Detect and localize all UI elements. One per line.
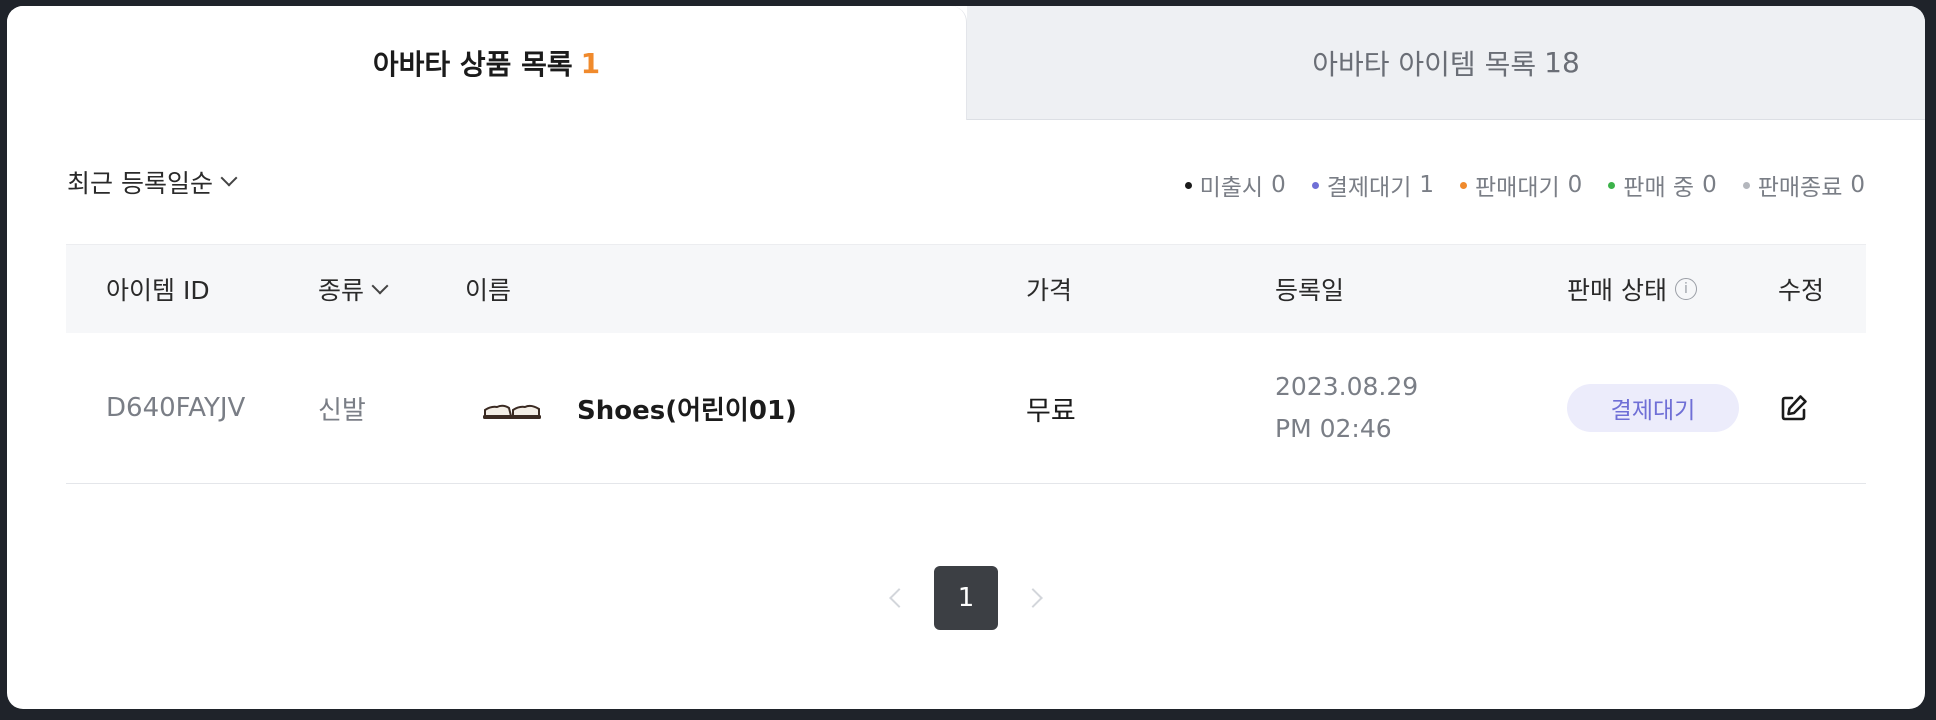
item-date-cell: 2023.08.29 PM 02:46 <box>1275 366 1418 450</box>
legend-label: 미출시 <box>1199 175 1264 201</box>
legend-item-payment-pending: 결제대기 1 <box>1311 168 1434 202</box>
header-date: 등록일 <box>1275 276 1345 305</box>
dot-icon <box>1184 181 1192 189</box>
table-row: D640FAYJV 신발 Shoes(어린이01) 무료 2023.08.29 … <box>66 333 1866 484</box>
pagination: 1 <box>7 566 1925 630</box>
item-id: D640FAYJV <box>106 393 246 423</box>
legend-item-sale-ended: 판매종료 0 <box>1742 168 1865 202</box>
product-table: 아이템 ID 종류 이름 가격 등록일 판매 상태 i 수정 D640FAYJV… <box>66 244 1866 484</box>
dot-icon <box>1311 181 1319 189</box>
item-status-cell: 결제대기 <box>1567 384 1739 432</box>
tab-bar: 아바타 상품 목록 1 아바타 아이템 목록 18 <box>7 6 1925 120</box>
tab-count: 18 <box>1544 46 1580 79</box>
item-date: 2023.08.29 <box>1275 372 1419 401</box>
item-time: PM 02:46 <box>1275 414 1392 443</box>
dot-icon <box>1460 181 1467 189</box>
item-price: 무료 <box>1026 395 1076 427</box>
page-button-current[interactable]: 1 <box>934 566 998 630</box>
header-edit: 수정 <box>1778 276 1825 305</box>
dot-icon <box>1608 181 1616 189</box>
legend-item-unreleased: 미출시 0 <box>1184 168 1286 202</box>
legend-count: 0 <box>1702 172 1717 198</box>
tab-avatar-products[interactable]: 아바타 상품 목록 1 <box>7 6 967 120</box>
chevron-down-icon <box>371 277 389 294</box>
legend-label: 판매종료 <box>1757 175 1843 201</box>
legend-item-on-sale: 판매 중 0 <box>1608 168 1717 202</box>
header-id: 아이템 ID <box>106 276 210 305</box>
header-name: 이름 <box>465 276 512 305</box>
shoes-thumbnail-icon <box>483 404 541 419</box>
legend-label: 판매대기 <box>1475 175 1560 201</box>
legend-count: 0 <box>1271 172 1286 198</box>
edit-icon <box>1781 395 1807 421</box>
legend-count: 0 <box>1567 172 1583 198</box>
header-type-filter[interactable]: 종류 <box>318 271 389 307</box>
tab-label: 아바타 아이템 목록 <box>1312 47 1537 81</box>
status-legend: 미출시 0 결제대기 1 판매대기 0 판매 중 0 판매종료 0 <box>1159 168 1865 202</box>
tab-avatar-items[interactable]: 아바타 아이템 목록 18 <box>967 6 1925 120</box>
prev-page-icon[interactable] <box>889 588 909 608</box>
item-name: Shoes(어린이01) <box>577 395 797 426</box>
item-type: 신발 <box>318 395 366 426</box>
info-icon[interactable]: i <box>1674 278 1697 300</box>
tab-count: 1 <box>580 46 601 80</box>
header-type-label: 종류 <box>318 276 365 305</box>
status-badge: 결제대기 <box>1567 384 1739 432</box>
legend-item-sale-pending: 판매대기 0 <box>1460 168 1582 202</box>
tab-label: 아바타 상품 목록 <box>372 48 573 81</box>
header-status: 판매 상태 i <box>1567 271 1697 307</box>
next-page-icon[interactable] <box>1023 588 1043 608</box>
legend-count: 1 <box>1419 172 1434 198</box>
table-header: 아이템 ID 종류 이름 가격 등록일 판매 상태 i 수정 <box>66 244 1866 333</box>
legend-label: 결제대기 <box>1326 175 1412 201</box>
legend-label: 판매 중 <box>1623 175 1695 201</box>
panel: 아바타 상품 목록 1 아바타 아이템 목록 18 최근 등록일순 미출시 0 … <box>7 6 1925 709</box>
dot-icon <box>1742 181 1750 189</box>
edit-button[interactable] <box>1778 392 1810 424</box>
chevron-down-icon <box>220 169 238 187</box>
header-price: 가격 <box>1026 276 1073 305</box>
sort-dropdown[interactable]: 최근 등록일순 <box>67 164 238 200</box>
header-status-label: 판매 상태 <box>1567 276 1667 305</box>
item-name-cell: Shoes(어린이01) <box>465 388 797 428</box>
sort-label: 최근 등록일순 <box>67 169 213 198</box>
legend-count: 0 <box>1850 172 1865 198</box>
